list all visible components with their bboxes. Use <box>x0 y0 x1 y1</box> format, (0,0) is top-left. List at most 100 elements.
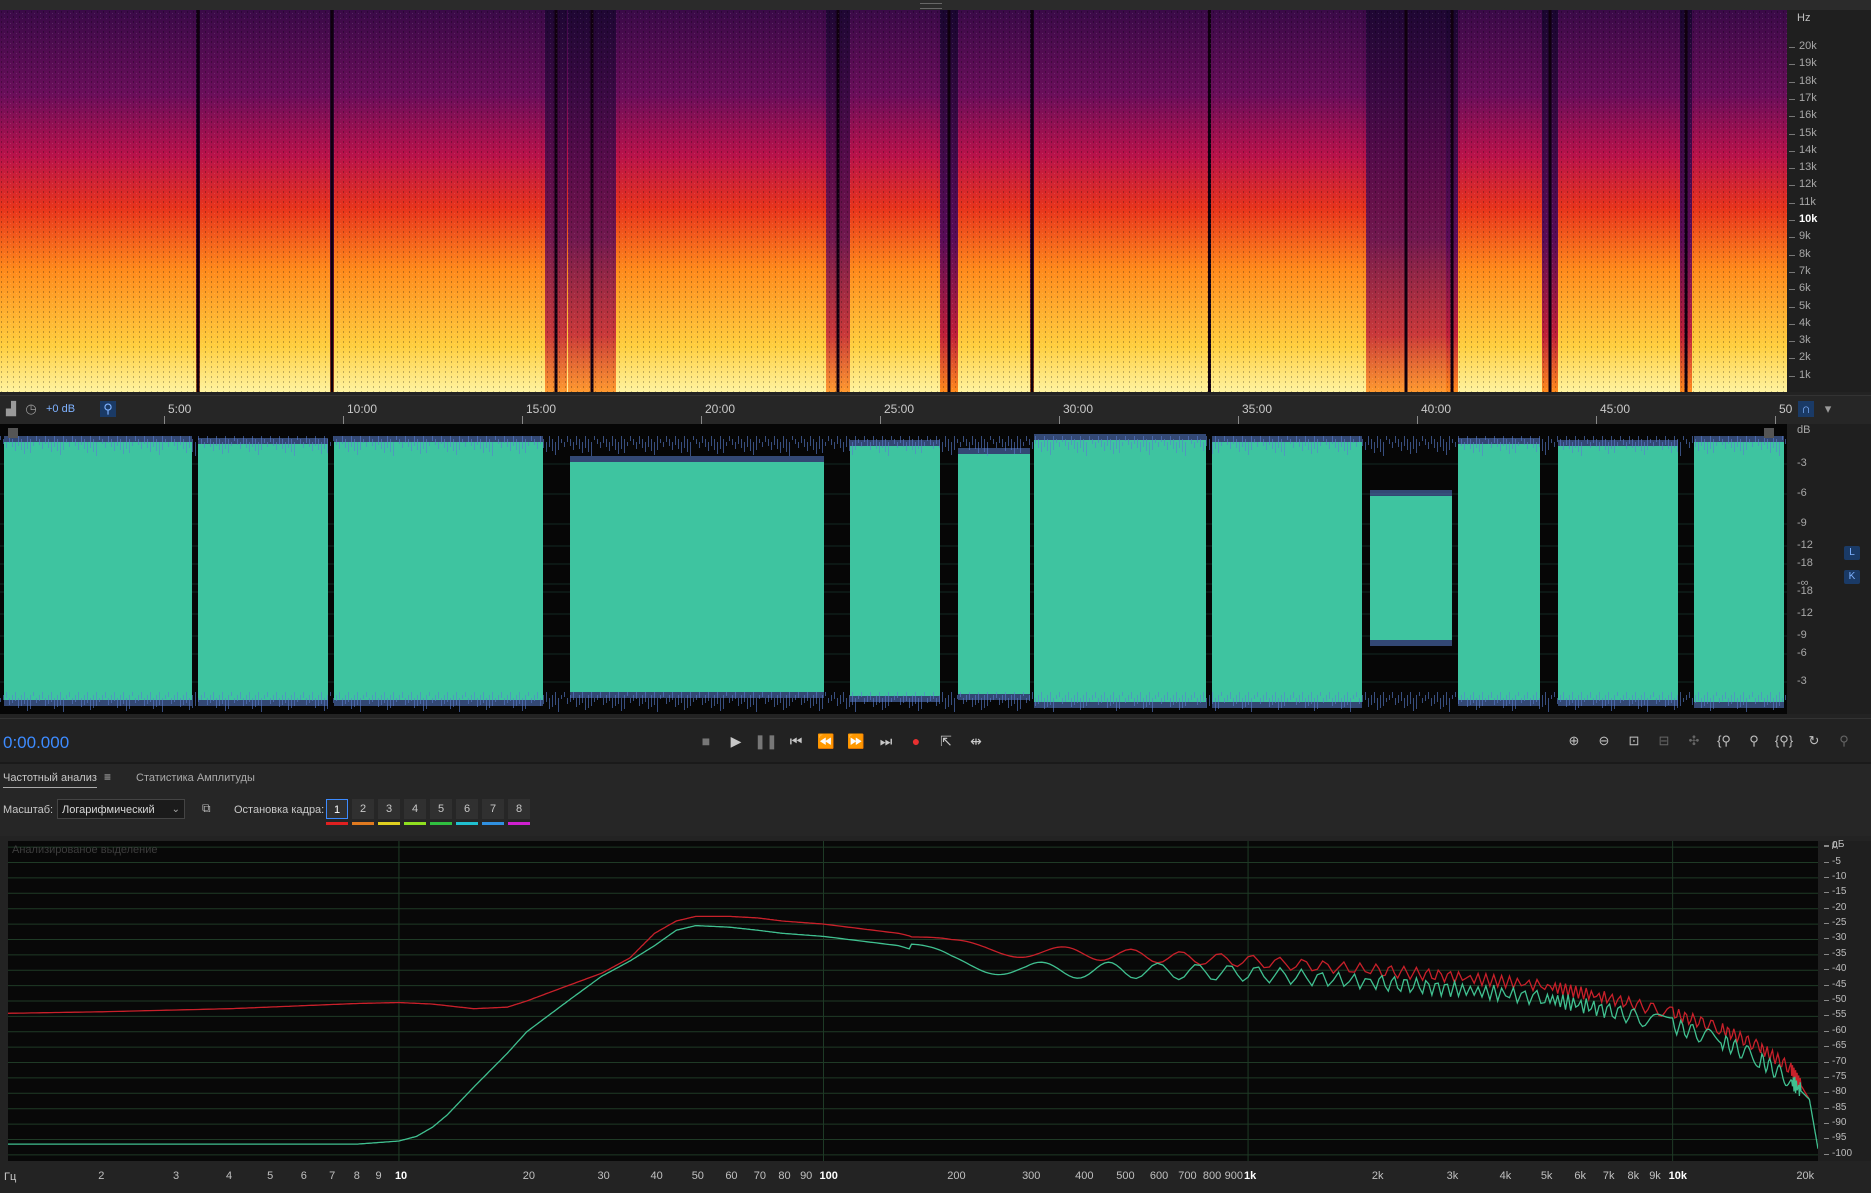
frequency-tick: 2k <box>1371 1170 1384 1182</box>
frequency-tick: 80 <box>778 1170 791 1182</box>
hz-tick: 8k <box>1789 247 1811 260</box>
zoom-selection-icon: ⊟ <box>1658 733 1670 748</box>
pause-button[interactable]: ❚❚ <box>754 729 778 753</box>
zoom-in-icon: ⚲ <box>1749 733 1759 748</box>
fast-forward-button[interactable]: ⏩ <box>844 729 868 753</box>
freeze-frame-button-7[interactable]: 7 <box>482 799 504 819</box>
frequency-tick: 50 <box>691 1170 704 1182</box>
freeze-frame-button-2[interactable]: 2 <box>352 799 374 819</box>
freeze-frame-button-8[interactable]: 8 <box>508 799 530 819</box>
freeze-frame-color <box>482 822 504 825</box>
link-toggle-icon[interactable]: ⧉ <box>202 801 216 815</box>
panel-menu-icon[interactable]: ≡ <box>104 770 111 784</box>
zoom-full-icon: ⊡ <box>1628 733 1640 748</box>
skip-to-start-button[interactable]: ⏮ <box>784 729 808 753</box>
frequency-tick: 5k <box>1540 1170 1553 1182</box>
freeze-frame-color <box>352 822 374 825</box>
scale-value: Логарифмический <box>62 804 155 816</box>
hz-tick: 14k <box>1789 143 1817 156</box>
freeze-frame-button-5[interactable]: 5 <box>430 799 452 819</box>
stop-button[interactable]: ■ <box>694 729 718 753</box>
zoom-out-amplitude-button[interactable]: ⊖ <box>1592 729 1616 753</box>
freeze-frame-button-3[interactable]: 3 <box>378 799 400 819</box>
zoom-out-button[interactable]: ⚲ <box>1832 729 1856 753</box>
zoom-full-button[interactable]: ⊡ <box>1622 729 1646 753</box>
spectral-view[interactable] <box>0 10 1787 392</box>
transport-bar: 0:00.000 ■ ▶ ❚❚ ⏮ ⏪ ⏩ ⏭ ● ⇱ ⇹ ⊕ ⊖ ⊡ ⊟ ✣ … <box>0 718 1871 763</box>
hz-tick: 18k <box>1789 74 1817 87</box>
zoom-in-button[interactable]: ⚲ <box>1742 729 1766 753</box>
time-tick: 25:00 <box>879 402 915 424</box>
freeze-frame-color <box>430 822 452 825</box>
frequency-tick: 7 <box>329 1170 336 1182</box>
zoom-in-amplitude-button[interactable]: ⊕ <box>1562 729 1586 753</box>
level-knob-icon[interactable]: ◷ <box>23 401 39 417</box>
analysis-db-tick: -50 <box>1823 994 1847 1005</box>
zoom-in-point-icon: ✣ <box>1688 733 1700 748</box>
hz-tick: 15k <box>1789 126 1817 139</box>
loop-icon: ⇱ <box>940 733 952 749</box>
pin-icon[interactable]: ⚲ <box>100 401 116 417</box>
channel-right-badge[interactable]: K <box>1844 570 1860 584</box>
freeze-frame-button-6[interactable]: 6 <box>456 799 478 819</box>
zoom-in-point-button[interactable]: ✣ <box>1682 729 1706 753</box>
zoom-reset-button[interactable]: ↻ <box>1802 729 1826 753</box>
play-icon: ▶ <box>730 733 742 749</box>
time-tick: 5:00 <box>163 402 192 424</box>
analysis-db-tick: -15 <box>1823 886 1847 898</box>
rewind-button[interactable]: ⏪ <box>814 729 838 753</box>
scale-select[interactable]: Логарифмический ⌄ <box>57 799 185 819</box>
chevron-down-icon: ⌄ <box>171 804 180 815</box>
analysis-db-tick: -65 <box>1823 1040 1847 1052</box>
level-readout[interactable]: +0 dB <box>46 403 75 415</box>
frequency-tick: 30 <box>597 1170 610 1182</box>
frequency-tick: 20k <box>1796 1170 1815 1182</box>
analysis-db-tick: -45 <box>1823 978 1847 990</box>
db-tick: -6 <box>1797 487 1807 499</box>
current-time[interactable]: 0:00.000 <box>3 733 69 753</box>
hz-tick: 1k <box>1789 368 1811 381</box>
frequency-tick: 3k <box>1446 1170 1459 1182</box>
timeline-ruler[interactable]: ▟ ◷ +0 dB ⚲ ∩ ▾ 5:00 10:00 15:00 20:00 25:00… <box>0 395 1871 425</box>
frequency-tick: 700 <box>1178 1170 1197 1182</box>
freeze-frame-label: Остановка кадра: <box>234 804 325 816</box>
zoom-selection-button[interactable]: ⊟ <box>1652 729 1676 753</box>
analysis-db-ruler: дБ 0 -5 -10 -15 -20 -25 -30 -35 -40 -45 -50 -55 -60 -6… <box>1818 839 1871 1161</box>
analysis-db-tick: -55 <box>1823 1009 1847 1021</box>
frequency-analysis-graph[interactable]: Анализированое выделение <box>8 841 1818 1161</box>
frequency-unit: Гц <box>4 1171 17 1183</box>
analysis-db-tick: -95 <box>1823 1132 1847 1144</box>
stop-icon: ■ <box>701 733 711 749</box>
loop-button[interactable]: ⇱ <box>934 729 958 753</box>
analysis-db-tick: -90 <box>1823 1117 1847 1129</box>
frequency-tick: 900 <box>1224 1170 1243 1182</box>
analysis-db-tick: -80 <box>1823 1086 1847 1098</box>
tab-frequency-analysis[interactable]: Частотный анализ <box>3 772 97 788</box>
frequency-chart <box>8 841 1818 1161</box>
waveform-view[interactable] <box>0 424 1787 714</box>
play-button[interactable]: ▶ <box>724 729 748 753</box>
marker-icon[interactable]: ▾ <box>1820 401 1836 417</box>
skip-to-end-button[interactable]: ⏭ <box>874 729 898 753</box>
record-button[interactable]: ● <box>904 729 928 753</box>
freeze-frame-color <box>326 822 348 825</box>
skip-selection-button[interactable]: ⇹ <box>964 729 988 753</box>
zoom-out-full-button[interactable]: {⚲} <box>1772 729 1796 753</box>
tab-amplitude-statistics[interactable]: Статистика Амплитуды <box>136 772 255 784</box>
frequency-tick: 20 <box>522 1170 535 1182</box>
waveform <box>0 428 1787 712</box>
analysis-db-tick: 0 <box>1824 840 1838 852</box>
channel-left-badge[interactable]: L <box>1844 546 1860 560</box>
corner-handle-left-icon[interactable] <box>8 428 18 438</box>
frequency-tick: 1k <box>1244 1170 1257 1182</box>
db-tick: -6 <box>1797 647 1807 659</box>
skip-to-end-icon: ⏭ <box>879 733 893 749</box>
corner-handle-right-icon[interactable] <box>1764 428 1774 438</box>
analysis-db-tick: -35 <box>1823 947 1847 959</box>
signal-bars-icon: ▟ <box>6 401 16 416</box>
freeze-frame-button-1[interactable]: 1 <box>326 799 348 819</box>
headphones-icon[interactable]: ∩ <box>1798 401 1814 417</box>
resize-grip[interactable] <box>920 3 942 9</box>
freeze-frame-button-4[interactable]: 4 <box>404 799 426 819</box>
zoom-in-left-button[interactable]: {⚲ <box>1712 729 1736 753</box>
